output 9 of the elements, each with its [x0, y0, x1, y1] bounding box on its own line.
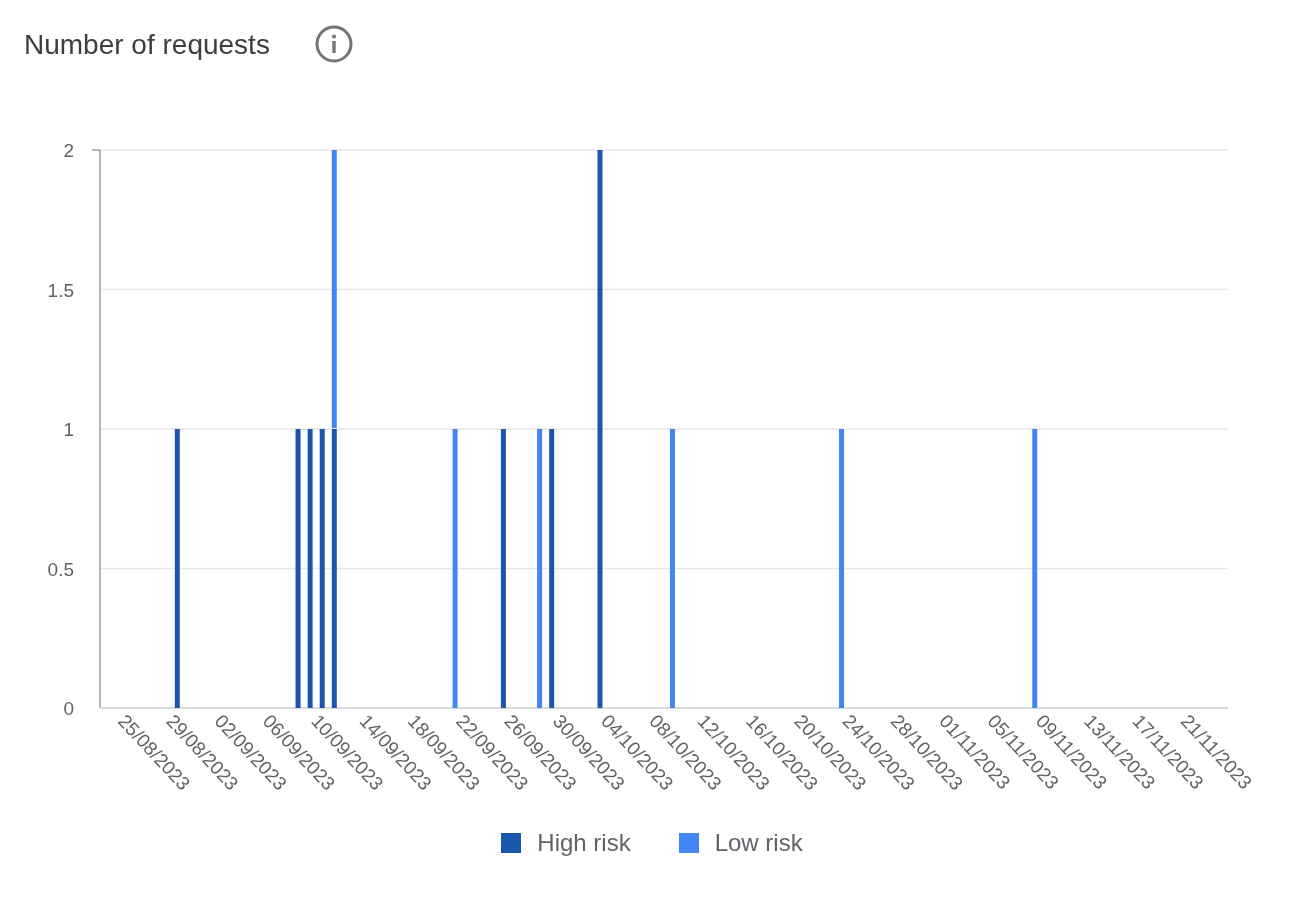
legend-label: High risk — [537, 828, 631, 858]
chart-title: Number of requests — [24, 28, 270, 62]
y-tick-label: 0.5 — [47, 558, 74, 580]
legend-label: Low risk — [714, 828, 803, 858]
y-tick-label: 1 — [63, 419, 74, 440]
y-tick-label: 2 — [63, 140, 74, 161]
y-tick-label: 0 — [63, 698, 74, 719]
y-tick-label: 1.5 — [47, 279, 74, 301]
info-icon[interactable] — [313, 24, 354, 64]
